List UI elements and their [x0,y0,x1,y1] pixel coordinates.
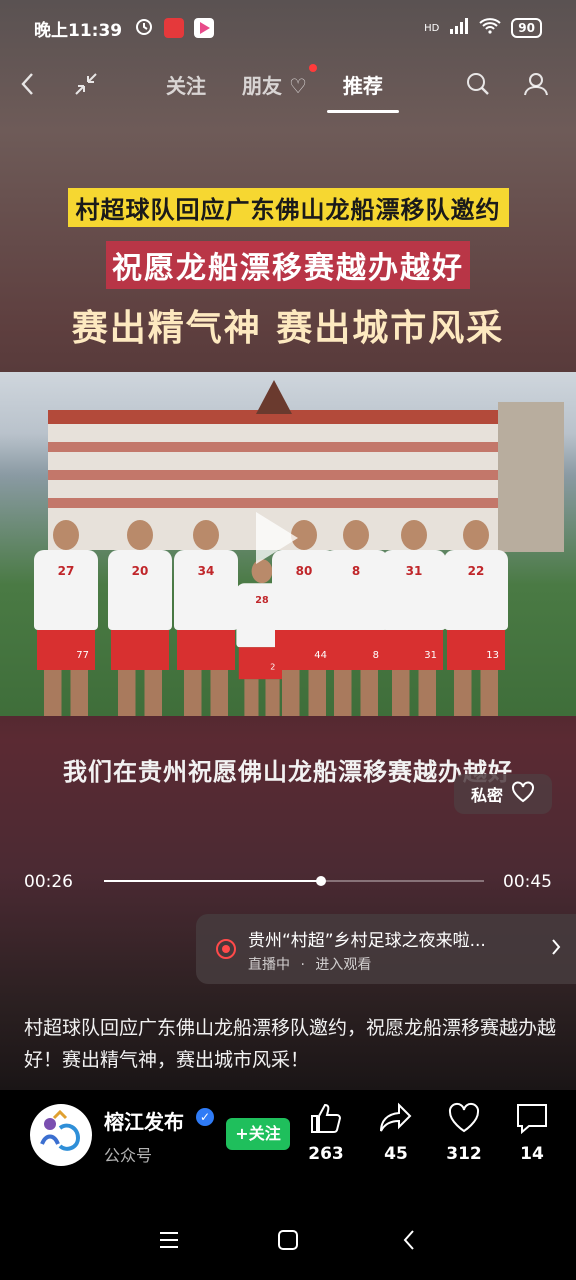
video-title-line-3: 赛出精气神 赛出城市风采 [71,308,505,349]
share-count: 45 [384,1144,408,1164]
player: 27 77 [34,520,98,716]
progress-fill [104,880,321,882]
play-icon[interactable] [250,508,302,568]
tab-friends[interactable]: 朋友 ♡ [242,63,317,99]
home-icon[interactable] [273,1228,303,1252]
follow-button[interactable]: +关注 [226,1118,290,1150]
verified-icon: ✓ [196,1108,214,1126]
menu-icon[interactable] [154,1228,184,1252]
battery-indicator: 90 [511,18,542,38]
video-progress: 00:26 00:45 [24,870,552,894]
account-name[interactable]: 榕江发布 [104,1106,184,1135]
video-title-line-2: 祝愿龙船漂移赛越办越好 [106,241,470,289]
favorite-button[interactable]: 312 [434,1102,494,1164]
feed-tabs: 关注 朋友 ♡ 推荐 [166,56,399,113]
live-stream-card[interactable]: 贵州“村超”乡村足球之夜来啦... 直播中 · 进入观看 [196,914,576,984]
live-title: 贵州“村超”乡村足球之夜来啦... [248,931,486,951]
heart-plus-icon [511,781,535,807]
tab-recommended[interactable]: 推荐 [326,70,399,113]
live-separator: · [300,957,305,973]
system-navigation-bar [0,1200,576,1280]
like-button[interactable]: 263 [296,1102,356,1164]
profile-icon[interactable] [516,56,556,112]
duration: 00:45 [503,872,552,892]
heart-icon [447,1102,481,1138]
video-title-block: 村超球队回应广东佛山龙船漂移队邀约 祝愿龙船漂移赛越办越好 赛出精气神 赛出城市… [0,188,576,351]
live-status: 直播中 [248,957,290,973]
progress-thumb[interactable] [315,876,326,886]
progress-track[interactable] [104,876,484,886]
bottom-action-bar: 榕江发布 ✓ 公众号 +关注 263 45 312 14 [0,1090,576,1180]
notification-dot [308,63,317,72]
tab-following[interactable]: 关注 [166,70,206,99]
signal-icon [449,18,469,38]
current-time: 00:26 [24,872,73,892]
player: 88 [324,520,388,716]
heart-outline-icon: ♡ [288,73,307,98]
minimize-icon[interactable] [66,56,106,112]
video-player[interactable]: 2777 20 34 2828 8044 88 3131 2213 [0,372,576,716]
player: 31 31 [382,520,446,716]
search-icon[interactable] [458,56,498,112]
comment-button[interactable]: 14 [502,1102,562,1164]
account-type: 公众号 [104,1146,153,1165]
video-title-line-1: 村超球队回应广东佛山龙船漂移队邀约 [67,188,509,227]
favorite-count: 312 [446,1144,482,1164]
private-message-label: 私密 [470,786,503,805]
network-hd-label: HD [424,22,440,34]
live-enter-label: 进入观看 [315,957,372,973]
alarm-icon [134,16,154,41]
thumbs-up-icon [309,1103,343,1138]
share-button[interactable]: 45 [366,1102,426,1164]
video-description: 村超球队回应广东佛山龙船漂移队邀约，祝愿龙船漂移赛越办越好！赛出精气神，赛出城市… [24,1017,557,1071]
tab-friends-label: 朋友 [242,73,282,98]
wifi-icon [479,18,501,38]
live-icon [216,939,236,959]
player: 34 [174,520,238,716]
top-navigation: 关注 朋友 ♡ 推荐 [0,56,576,113]
chevron-right-icon [550,936,562,962]
status-bar: 晚上11:39 HD 90 [0,0,576,56]
comment-count: 14 [520,1144,544,1164]
status-time: 晚上11:39 [34,20,123,41]
back-icon[interactable] [8,56,48,112]
like-count: 263 [308,1144,344,1164]
player: 22 13 [444,520,508,716]
player: 20 [108,520,172,716]
comment-icon [515,1104,549,1138]
avatar[interactable] [30,1104,92,1166]
back-nav-icon[interactable] [394,1228,424,1252]
notification-app-icon [164,18,185,38]
pagoda-roof [256,380,292,414]
play-store-icon [194,18,215,38]
share-icon [379,1102,413,1138]
private-message-button[interactable]: 私密 [454,774,552,814]
